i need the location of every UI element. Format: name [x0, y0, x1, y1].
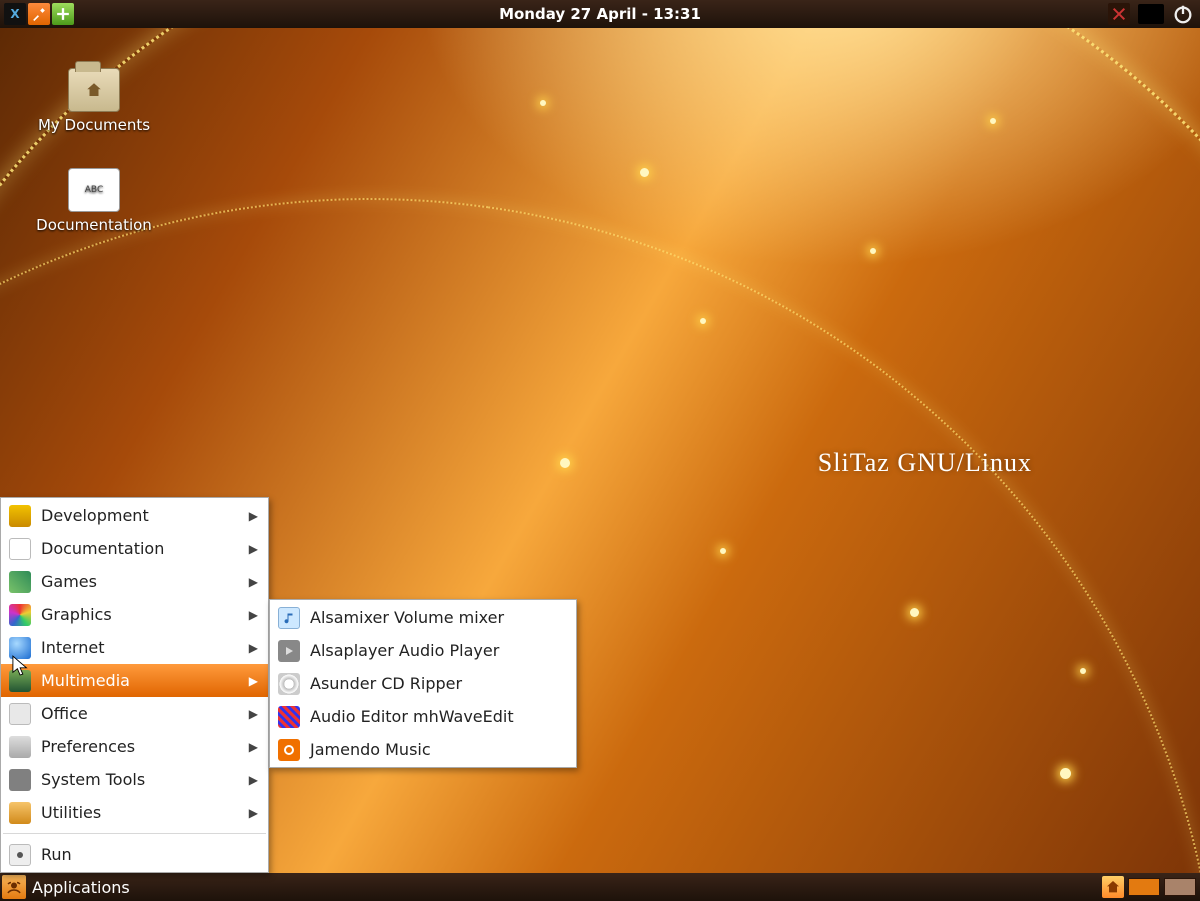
office-icon [9, 703, 31, 725]
document-icon: ABC [68, 168, 120, 212]
wave-editor-icon [278, 706, 300, 728]
menu-item-documentation[interactable]: Documentation ▶ [1, 532, 268, 565]
menu-item-graphics[interactable]: Graphics ▶ [1, 598, 268, 631]
show-desktop-icon[interactable] [1102, 876, 1124, 898]
submenu-arrow-icon: ▶ [249, 608, 258, 622]
cd-icon [278, 673, 300, 695]
multimedia-icon [9, 670, 31, 692]
submenu-item-label: Asunder CD Ripper [310, 674, 462, 693]
submenu-arrow-icon: ▶ [249, 806, 258, 820]
menu-item-label: Utilities [41, 803, 101, 822]
submenu-item-jamendo[interactable]: Jamendo Music [270, 733, 576, 766]
submenu-item-alsamixer[interactable]: Alsamixer Volume mixer [270, 601, 576, 634]
menu-item-multimedia[interactable]: Multimedia ▶ [1, 664, 268, 697]
games-icon [9, 571, 31, 593]
menu-item-system-tools[interactable]: System Tools ▶ [1, 763, 268, 796]
preferences-icon [9, 736, 31, 758]
menu-item-label: Office [41, 704, 88, 723]
menu-item-preferences[interactable]: Preferences ▶ [1, 730, 268, 763]
applications-button[interactable]: Applications [0, 873, 140, 901]
applications-menu: Development ▶ Documentation ▶ Games ▶ Gr… [0, 497, 269, 873]
submenu-item-mhwaveedit[interactable]: Audio Editor mhWaveEdit [270, 700, 576, 733]
menu-item-development[interactable]: Development ▶ [1, 499, 268, 532]
menu-separator [3, 833, 266, 834]
bottom-panel: Applications [0, 873, 1200, 901]
top-panel: X Monday 27 April - 13:31 [0, 0, 1200, 28]
slitaz-logo-icon [2, 875, 26, 899]
workspace-1[interactable] [1128, 878, 1160, 896]
workspace-2[interactable] [1164, 878, 1196, 896]
menu-item-label: Internet [41, 638, 105, 657]
internet-icon [9, 637, 31, 659]
submenu-item-asunder[interactable]: Asunder CD Ripper [270, 667, 576, 700]
menu-item-label: Preferences [41, 737, 135, 756]
menu-item-utilities[interactable]: Utilities ▶ [1, 796, 268, 829]
submenu-arrow-icon: ▶ [249, 740, 258, 754]
audio-player-icon [278, 640, 300, 662]
menu-item-label: Multimedia [41, 671, 130, 690]
menu-item-label: Graphics [41, 605, 112, 624]
music-note-icon [278, 607, 300, 629]
folder-icon [68, 68, 120, 112]
utilities-icon [9, 802, 31, 824]
xterm-icon[interactable]: X [4, 3, 26, 25]
run-icon [9, 844, 31, 866]
network-status-icon[interactable] [1108, 3, 1130, 25]
power-icon[interactable] [1172, 3, 1194, 25]
clock-text: Monday 27 April - 13:31 [0, 5, 1200, 23]
submenu-item-label: Jamendo Music [310, 740, 431, 759]
submenu-arrow-icon: ▶ [249, 542, 258, 556]
settings-icon[interactable] [28, 3, 50, 25]
desktop-icon-my-documents[interactable]: My Documents [24, 68, 164, 134]
menu-item-office[interactable]: Office ▶ [1, 697, 268, 730]
system-tools-icon [9, 769, 31, 791]
submenu-arrow-icon: ▶ [249, 641, 258, 655]
submenu-arrow-icon: ▶ [249, 707, 258, 721]
menu-item-games[interactable]: Games ▶ [1, 565, 268, 598]
submenu-arrow-icon: ▶ [249, 674, 258, 688]
desktop-icon-label: My Documents [38, 116, 150, 134]
desktop-icon-documentation[interactable]: ABC Documentation [24, 168, 164, 234]
submenu-arrow-icon: ▶ [249, 509, 258, 523]
wallpaper-brand-text: SliTaz GNU/Linux [818, 448, 1032, 478]
menu-item-label: Documentation [41, 539, 164, 558]
submenu-item-alsaplayer[interactable]: Alsaplayer Audio Player [270, 634, 576, 667]
development-icon [9, 505, 31, 527]
submenu-item-label: Alsaplayer Audio Player [310, 641, 499, 660]
submenu-item-label: Alsamixer Volume mixer [310, 608, 504, 627]
menu-item-run[interactable]: Run [1, 838, 268, 871]
desktop-icon-label: Documentation [36, 216, 152, 234]
documentation-icon [9, 538, 31, 560]
submenu-arrow-icon: ▶ [249, 575, 258, 589]
add-icon[interactable] [52, 3, 74, 25]
multimedia-submenu: Alsamixer Volume mixer Alsaplayer Audio … [269, 599, 577, 768]
blank-tray-icon[interactable] [1138, 4, 1164, 24]
menu-item-label: Run [41, 845, 72, 864]
jamendo-icon [278, 739, 300, 761]
submenu-item-label: Audio Editor mhWaveEdit [310, 707, 514, 726]
menu-item-label: Development [41, 506, 149, 525]
graphics-icon [9, 604, 31, 626]
menu-item-label: Games [41, 572, 97, 591]
menu-item-label: System Tools [41, 770, 145, 789]
menu-item-internet[interactable]: Internet ▶ [1, 631, 268, 664]
applications-button-label: Applications [32, 878, 130, 897]
submenu-arrow-icon: ▶ [249, 773, 258, 787]
